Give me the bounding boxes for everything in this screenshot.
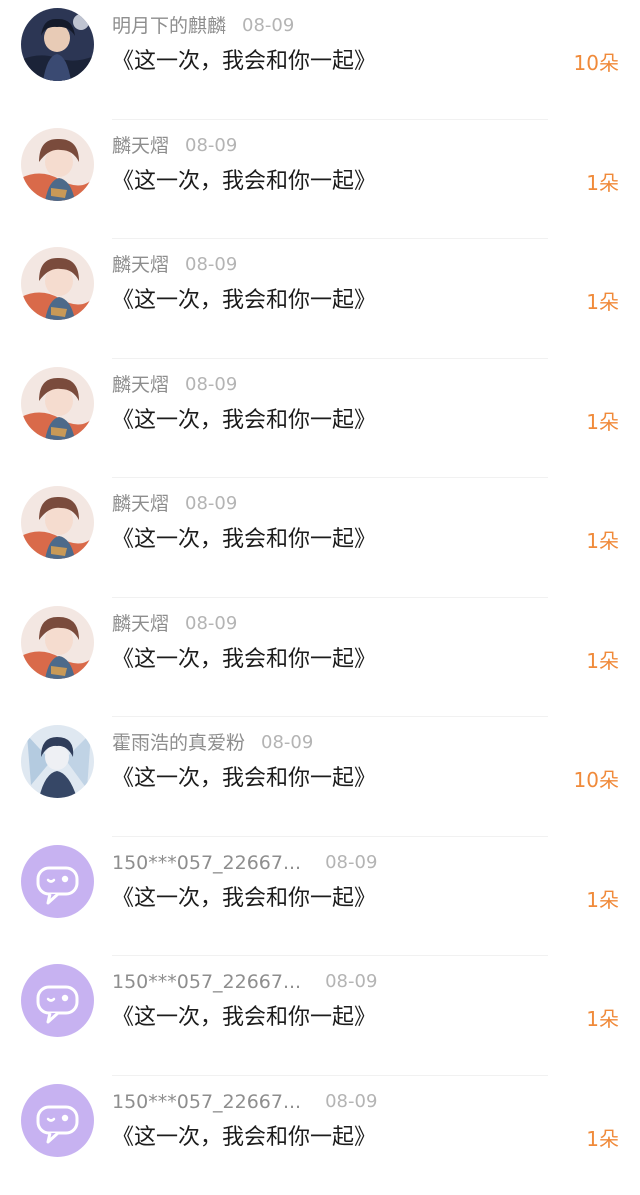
gift-date: 08-09 [261,729,313,757]
default-chat-avatar-icon[interactable] [21,964,94,1037]
username[interactable]: 麟天熠 [112,251,169,279]
song-title[interactable]: 《这一次，我会和你一起》 [112,405,376,437]
song-title[interactable]: 《这一次，我会和你一起》 [112,763,376,795]
avatar[interactable] [21,128,94,201]
list-item[interactable]: 霍雨浩的真爱粉 08-09 《这一次，我会和你一起》 10朵 [0,717,640,837]
avatar[interactable] [21,725,94,798]
list-item[interactable]: 150***057_22667... 08-09 《这一次，我会和你一起》 1朵 [0,837,640,957]
gift-date: 08-09 [185,371,237,399]
username[interactable]: 150***057_22667... [112,1088,301,1116]
avatar[interactable] [21,247,94,320]
song-title[interactable]: 《这一次，我会和你一起》 [112,524,376,556]
avatar[interactable] [21,486,94,559]
avatar[interactable] [21,367,94,440]
flower-count: 10朵 [574,49,619,77]
song-title[interactable]: 《这一次，我会和你一起》 [112,1122,376,1154]
gift-date: 08-09 [185,610,237,638]
gift-list: 明月下的麒麟 08-09 《这一次，我会和你一起》 10朵 麟天熠 08-09 《这… [0,0,640,1162]
gift-date: 08-09 [325,1088,377,1116]
song-title[interactable]: 《这一次，我会和你一起》 [112,1002,376,1034]
list-item[interactable]: 麟天熠 08-09 《这一次，我会和你一起》 1朵 [0,478,640,598]
list-item[interactable]: 明月下的麒麟 08-09 《这一次，我会和你一起》 10朵 [0,0,640,120]
flower-count: 1朵 [586,169,619,197]
username[interactable]: 麟天熠 [112,490,169,518]
song-title[interactable]: 《这一次，我会和你一起》 [112,166,376,198]
list-item[interactable]: 麟天熠 08-09 《这一次，我会和你一起》 1朵 [0,359,640,479]
gift-date: 08-09 [185,251,237,279]
gift-date: 08-09 [185,490,237,518]
flower-count: 1朵 [586,1005,619,1033]
username[interactable]: 明月下的麒麟 [112,12,226,40]
avatar[interactable] [21,8,94,81]
gift-date: 08-09 [325,968,377,996]
song-title[interactable]: 《这一次，我会和你一起》 [112,46,376,78]
gift-date: 08-09 [242,12,294,40]
list-item[interactable]: 150***057_22667... 08-09 《这一次，我会和你一起》 1朵 [0,956,640,1076]
username[interactable]: 150***057_22667... [112,968,301,996]
list-item[interactable]: 麟天熠 08-09 《这一次，我会和你一起》 1朵 [0,120,640,240]
username[interactable]: 150***057_22667... [112,849,301,877]
flower-count: 10朵 [574,766,619,794]
username[interactable]: 霍雨浩的真爱粉 [112,729,245,757]
gift-date: 08-09 [185,132,237,160]
list-item[interactable]: 麟天熠 08-09 《这一次，我会和你一起》 1朵 [0,239,640,359]
song-title[interactable]: 《这一次，我会和你一起》 [112,285,376,317]
flower-count: 1朵 [586,288,619,316]
flower-count: 1朵 [586,527,619,555]
default-chat-avatar-icon[interactable] [21,1084,94,1157]
username[interactable]: 麟天熠 [112,371,169,399]
default-chat-avatar-icon[interactable] [21,845,94,918]
song-title[interactable]: 《这一次，我会和你一起》 [112,644,376,676]
list-item[interactable]: 麟天熠 08-09 《这一次，我会和你一起》 1朵 [0,598,640,718]
song-title[interactable]: 《这一次，我会和你一起》 [112,883,376,915]
flower-count: 1朵 [586,408,619,436]
username[interactable]: 麟天熠 [112,132,169,160]
list-item[interactable]: 150***057_22667... 08-09 《这一次，我会和你一起》 1朵 [0,1076,640,1195]
gift-date: 08-09 [325,849,377,877]
avatar[interactable] [21,606,94,679]
flower-count: 1朵 [586,1125,619,1153]
flower-count: 1朵 [586,647,619,675]
flower-count: 1朵 [586,886,619,914]
username[interactable]: 麟天熠 [112,610,169,638]
